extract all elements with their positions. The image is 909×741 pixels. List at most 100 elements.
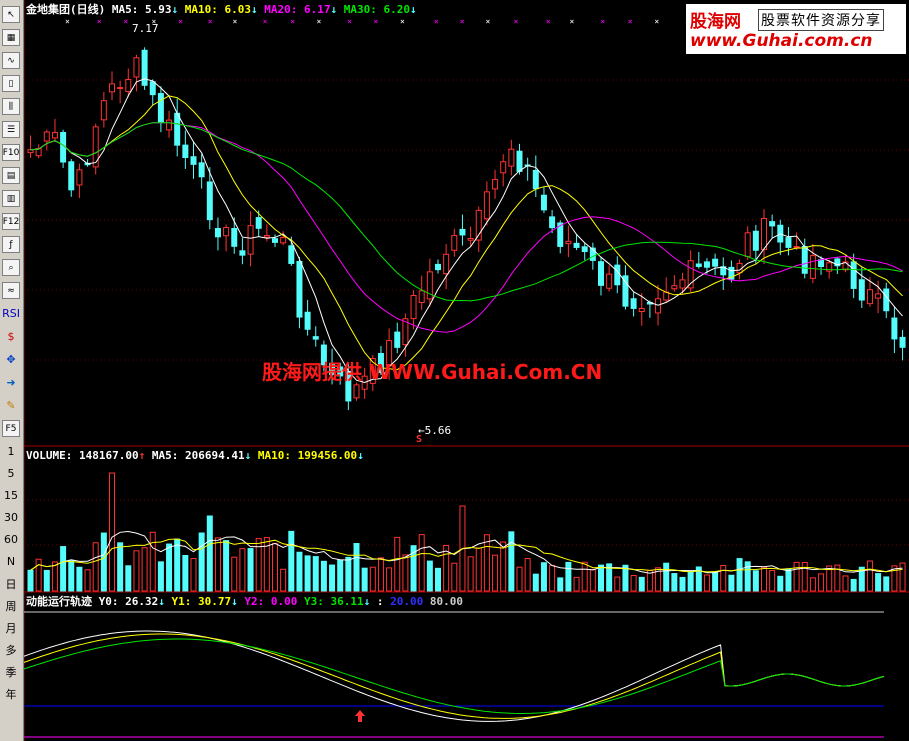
top-signal-mark-7: × [263,17,268,26]
top-signal-mark-17: × [546,17,551,26]
volume-bar-44 [386,567,393,592]
f5-button[interactable]: F5 [2,420,20,437]
period-button-1[interactable]: 5 [2,465,20,482]
volume-bar-15 [149,531,156,592]
volume-bar-60 [516,566,523,592]
candle-body-3 [51,132,58,139]
period-button-5[interactable]: N [2,553,20,570]
ma5-value: 5.93 [145,3,172,16]
line-chart-icon[interactable]: ∿ [2,52,20,69]
volume-bar-0 [27,569,34,592]
chart-area[interactable]: ×××××××××××××××××××××××××××××× 金地集团(日线) … [24,0,909,741]
period-button-2[interactable]: 15 [2,487,20,504]
stock-name: 金地集团 [26,3,70,16]
top-signal-mark-11: × [373,17,378,26]
doc-icon[interactable]: ▥ [2,190,20,207]
period-button-8[interactable]: 月 [2,619,20,636]
candle-icon[interactable]: ▯ [2,75,20,92]
period-button-4[interactable]: 60 [2,531,20,548]
rsi-button[interactable]: RSI [2,305,20,322]
volume-bar-38 [337,559,344,592]
ma30-value: 6.20 [383,3,411,16]
top-signal-mark-1: × [97,17,102,26]
volume-bar-57 [492,554,499,592]
left-toolbar: ↖ ▦ ∿ ▯ ⫼ ☰ F10 ▤ ▥ F12 ƒ ⌕ ≈ RSI $ ✥ ➜ ✎ F5 1 5 15 30 60 N 日周月多季… [0,0,24,741]
candle-body-59 [508,148,515,167]
volume-bar-13 [133,550,140,592]
volume-bar-14 [141,547,148,592]
watermark-url: www.Guhai.com.cn [690,31,873,51]
top-signal-mark-16: × [513,17,518,26]
pencil-icon[interactable]: ✎ [2,397,20,414]
volume-bar-3 [51,561,58,592]
indicator-header: 动能运行轨迹 Y0: 26.32↓ Y1: 30.77↓ Y2: 0.00 Y3… [26,595,463,608]
top-signal-mark-13: × [434,17,439,26]
y0-arrow: ↓ [158,595,165,608]
volume-bar-21 [198,532,205,592]
candle-body-64 [549,216,556,229]
top-signal-mark-14: × [460,17,465,26]
candle-body-66 [565,240,572,245]
wave-icon[interactable]: ≈ [2,282,20,299]
candle-body-101 [850,261,857,289]
candle-body-77 [655,298,662,314]
period-button-6[interactable]: 日 [2,575,20,592]
volume-bar-6 [76,566,83,592]
candle-body-15 [149,81,156,96]
stock-app-window: ↖ ▦ ∿ ▯ ⫼ ☰ F10 ▤ ▥ F12 ƒ ⌕ ≈ RSI $ ✥ ➜ ✎ F5 1 5 15 30 60 N 日周月多季… [0,0,909,741]
volume-bar-68 [581,561,588,592]
cursor-icon[interactable]: ↖ [2,6,20,23]
move-icon[interactable]: ✥ [2,351,20,368]
candle-body-58 [500,161,507,174]
candle-body-56 [483,191,490,220]
volume-bar-50 [435,567,441,592]
f10-icon[interactable]: F10 [2,144,20,161]
f12-icon[interactable]: F12 [2,213,20,230]
candle-body-74 [630,298,637,309]
report-icon[interactable]: ▤ [2,167,20,184]
candle-body-35 [312,336,319,340]
candle-body-22 [206,181,213,221]
volume-bar-107 [899,562,906,592]
volume-bar-54 [467,556,474,592]
candle-body-57 [492,179,499,190]
volume-bar-18 [174,538,181,592]
candle-body-67 [573,242,580,248]
volume-bar-1 [35,558,42,592]
period-button-3[interactable]: 30 [2,509,20,526]
period-button-10[interactable]: 季 [2,663,20,680]
period-button-7[interactable]: 周 [2,597,20,614]
center-watermark: 股海网提供 WWW.Guhai.Com.CN [262,360,603,384]
volume-bar-90 [761,566,767,592]
volume-bar-79 [671,573,678,592]
candle-body-2 [43,131,50,142]
search-icon[interactable]: ⌕ [2,259,20,276]
candle-body-8 [92,126,99,168]
volume-bar-43 [377,557,384,592]
volume-bar-55 [475,547,482,592]
volume-bar-46 [402,554,409,592]
candle-body-30 [272,238,278,243]
candle-body-45 [394,331,401,348]
formula-icon[interactable]: ƒ [2,236,20,253]
candle-body-50 [435,263,441,271]
kline-icon[interactable]: ⫼ [2,98,20,115]
candle-body-20 [190,156,197,165]
dollar-icon[interactable]: $ [2,328,20,345]
signal-marker: S [416,434,423,445]
list-icon[interactable]: ☰ [2,121,20,138]
volume-bar-4 [60,546,67,592]
volume-bar-59 [508,531,515,592]
volume-bar-34 [304,555,311,592]
candle-body-82 [695,263,702,267]
period-button-11[interactable]: 年 [2,685,20,702]
grid-icon[interactable]: ▦ [2,29,20,46]
top-signal-mark-4: × [178,17,183,26]
candle-body-97 [818,259,825,267]
volume-bar-70 [598,564,604,592]
period-button-0[interactable]: 1 [2,443,20,460]
arrow-icon[interactable]: ➜ [2,374,20,391]
y2-value: 0.00 [270,595,298,608]
period-button-9[interactable]: 多 [2,641,20,658]
volume-bar-40 [353,543,360,592]
